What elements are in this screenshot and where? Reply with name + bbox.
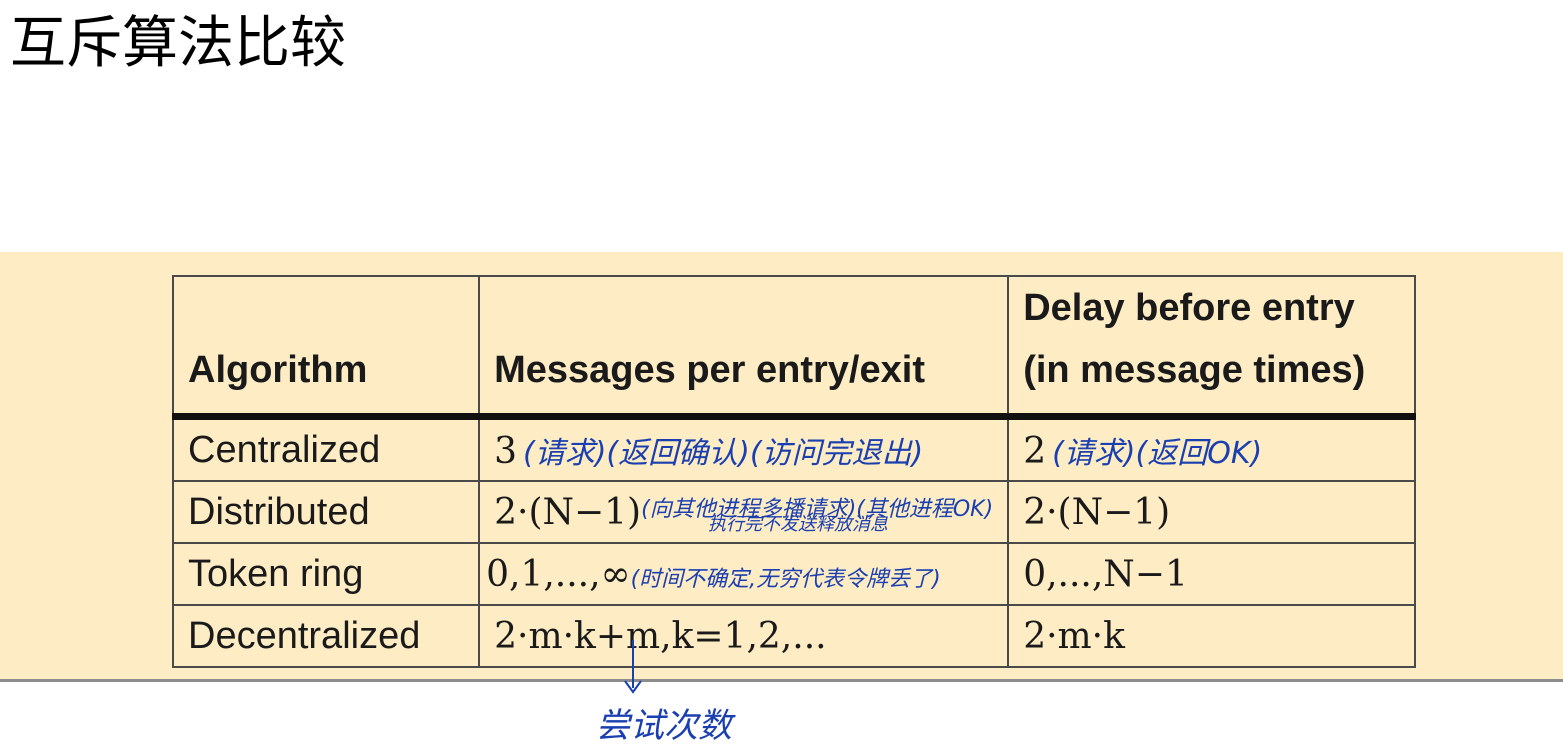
messages-annotation: (时间不确定,无穷代表令牌丢了) bbox=[630, 566, 941, 592]
band-divider bbox=[0, 679, 1563, 682]
messages-value: 2·(N−1) bbox=[494, 491, 642, 533]
cell-delay: 2·(N−1) bbox=[1007, 480, 1416, 544]
cell-delay: 2 (请求)(返回OK) bbox=[1007, 415, 1416, 482]
table-row: Decentralized 2·m·k+m,k=1,2,... 2·m·k bbox=[171, 604, 1416, 668]
cell-algorithm: Token ring bbox=[171, 542, 481, 606]
messages-value: 0,1,...,∞ bbox=[486, 553, 631, 595]
delay-annotation: (请求)(返回OK) bbox=[1052, 435, 1263, 471]
header-algorithm: Algorithm bbox=[171, 275, 481, 420]
slide-title: 互斥算法比较 bbox=[10, 11, 346, 76]
cell-delay: 0,...,N−1 bbox=[1007, 542, 1416, 606]
messages-annotation: (请求)(返回确认)(访问完退出) bbox=[523, 435, 924, 471]
slide: 互斥算法比较 Algorithm Messages per entry/exit… bbox=[0, 0, 1563, 747]
cell-algorithm: Centralized bbox=[171, 415, 481, 482]
cell-messages: 2·m·k+m,k=1,2,... bbox=[478, 604, 1010, 668]
delay-value: 2·m·k bbox=[1023, 615, 1125, 657]
annotation-attempts: 尝试次数 bbox=[596, 706, 732, 746]
header-delay: Delay before entry (in message times) bbox=[1007, 275, 1416, 420]
delay-value: 2·(N−1) bbox=[1023, 491, 1171, 533]
table-row: Centralized 3 (请求)(返回确认)(访问完退出) 2 (请求)(返回O… bbox=[171, 415, 1416, 482]
messages-value: 2·m·k+m,k=1,2,... bbox=[494, 615, 827, 657]
cell-algorithm: Distributed bbox=[171, 480, 481, 544]
delay-value: 2 bbox=[1023, 430, 1047, 472]
arrow-down-icon bbox=[624, 680, 642, 694]
table-header-row: Algorithm Messages per entry/exit Delay … bbox=[171, 275, 1416, 420]
comparison-table: Algorithm Messages per entry/exit Delay … bbox=[171, 275, 1416, 668]
table-row: Token ring 0,1,...,∞(时间不确定,无穷代表令牌丢了) 0,.… bbox=[171, 542, 1416, 606]
delay-value: 0,...,N−1 bbox=[1023, 553, 1188, 595]
cell-messages: 3 (请求)(返回确认)(访问完退出) bbox=[478, 415, 1010, 482]
cell-messages: 0,1,...,∞(时间不确定,无穷代表令牌丢了) bbox=[478, 542, 1010, 606]
cell-algorithm: Decentralized bbox=[171, 604, 481, 668]
header-messages: Messages per entry/exit bbox=[478, 275, 1010, 420]
cell-delay: 2·m·k bbox=[1007, 604, 1416, 668]
distributed-annotation-line2: 执行完不发送释放消息 bbox=[708, 514, 888, 535]
messages-value: 3 bbox=[494, 430, 517, 472]
